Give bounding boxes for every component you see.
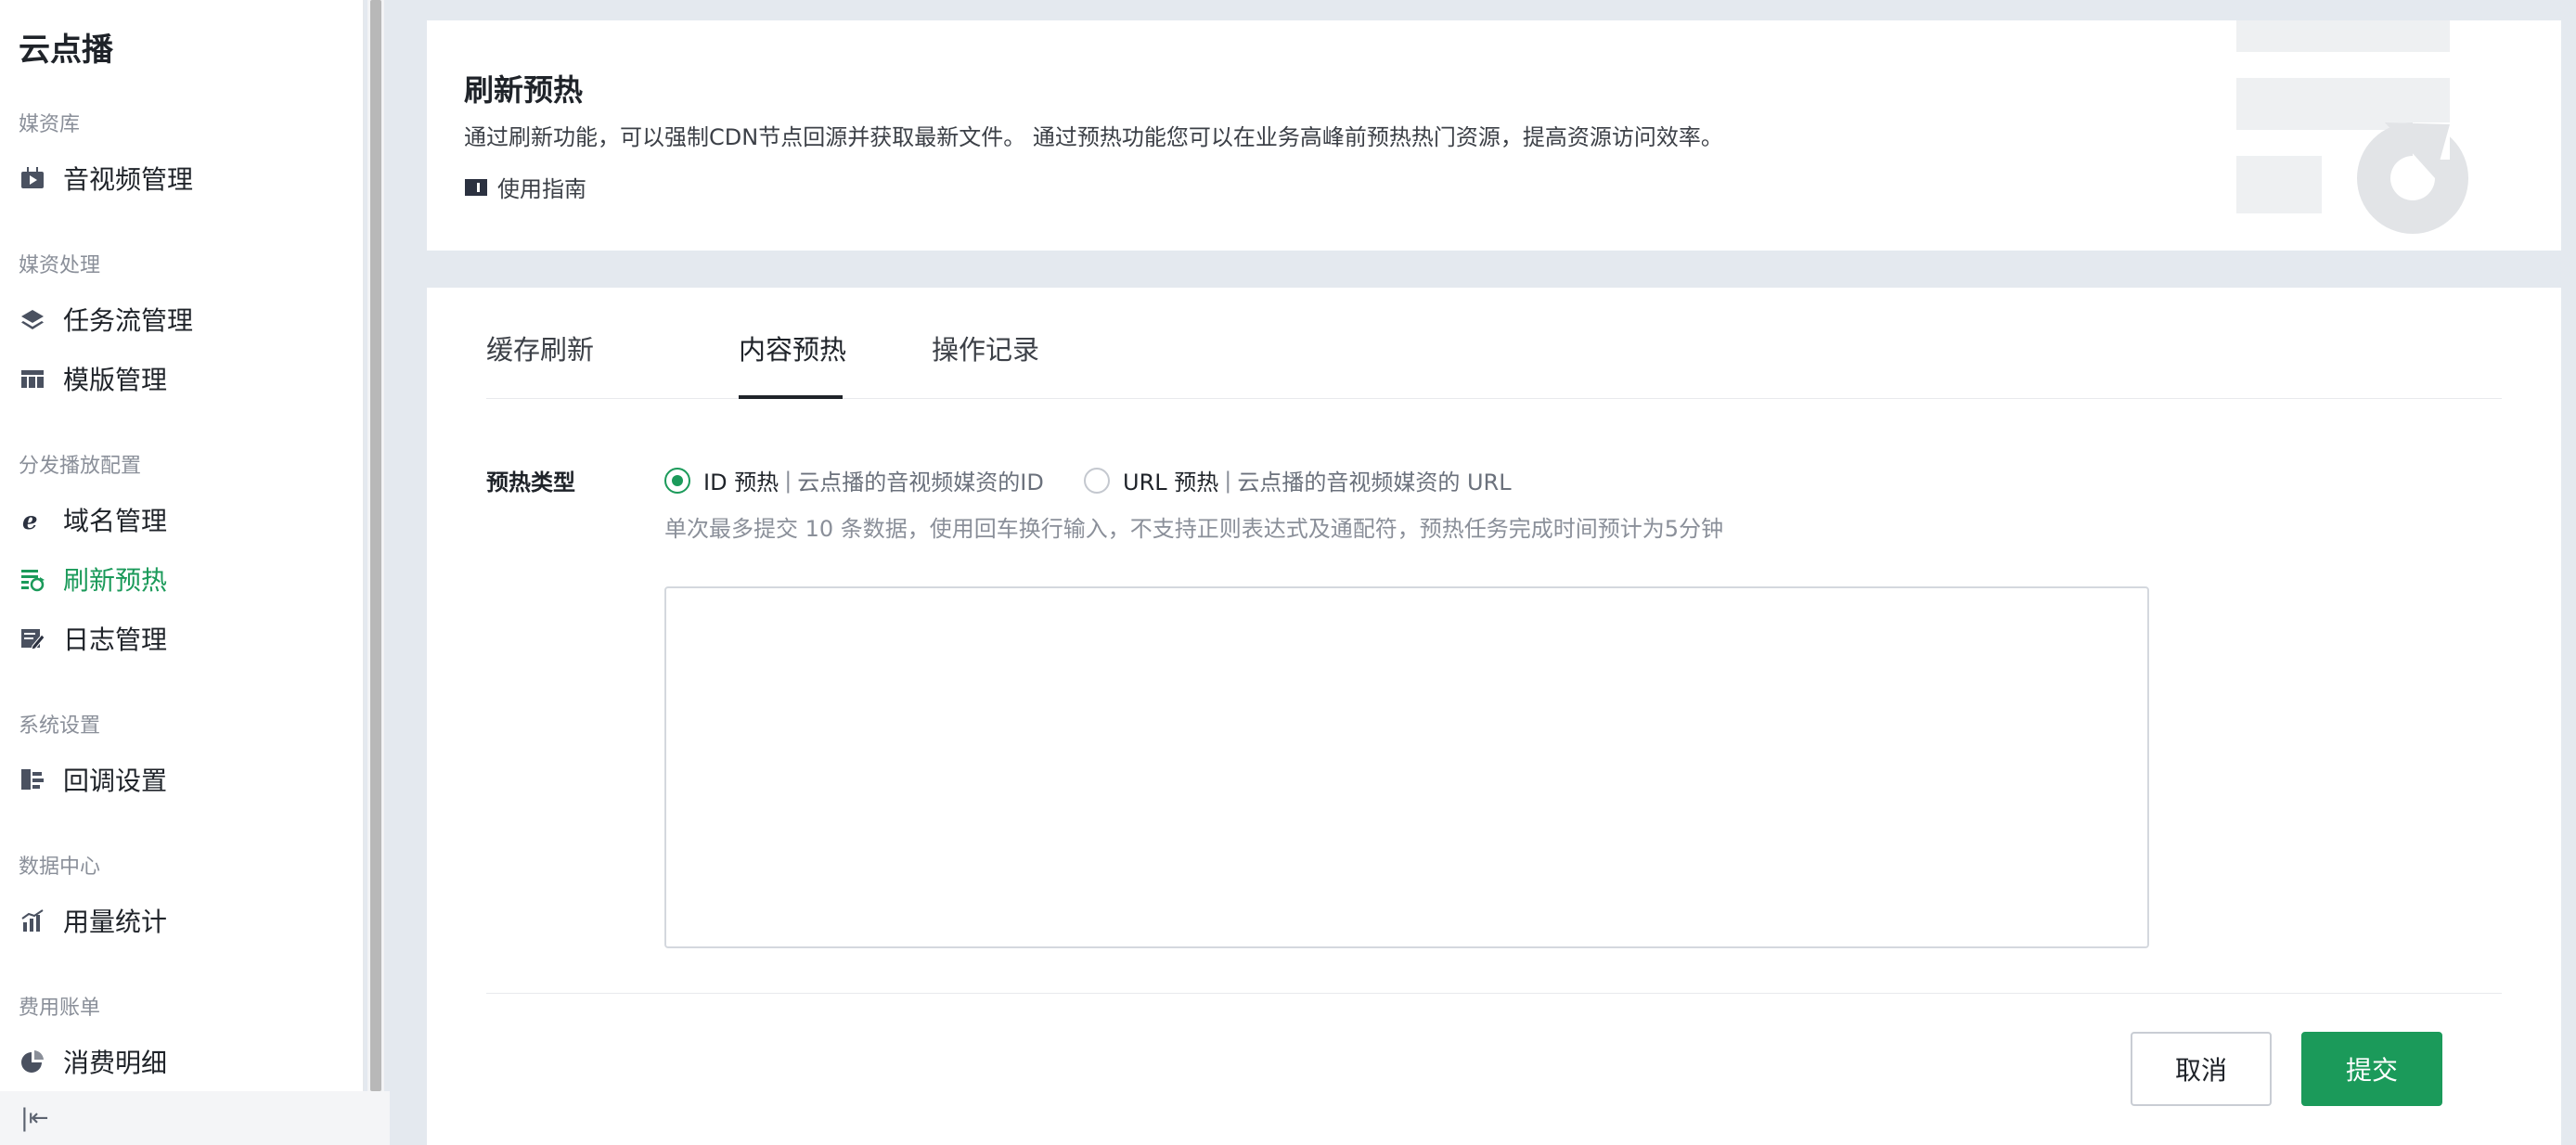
submit-button[interactable]: 提交 [2301,1032,2442,1106]
page-title: 刷新预热 [464,72,584,108]
pie-chart-icon [19,1048,46,1075]
page-description: 通过刷新功能，可以强制CDN节点回源并获取最新文件。 通过预热功能您可以在业务高… [464,124,1723,150]
radio-checked-icon [664,467,690,494]
sidebar-item-media-management[interactable]: 音视频管理 [0,150,364,206]
refresh-preheat-icon [19,565,46,593]
sidebar-item-logs[interactable]: 日志管理 [0,611,364,666]
preheat-type-label: 预热类型 [486,470,575,495]
nav-group-title: 媒资处理 [19,254,101,277]
nav-group-title: 系统设置 [19,714,101,738]
domain-e-icon: e [19,506,46,534]
sidebar-item-usage-stats[interactable]: 用量统计 [0,893,364,948]
sidebar-item-label: 用量统计 [63,907,168,937]
nav-group-title: 媒资库 [19,113,81,136]
sidebar-scrollbar-thumb[interactable] [370,0,381,1091]
sidebar: 云点播 媒资库 音视频管理 媒资处理 任务流管理 模版管理 分发播放配置 e 域… [0,0,364,1145]
sidebar-item-label: 刷新预热 [63,565,168,596]
sidebar-item-label: 消费明细 [63,1048,168,1078]
book-icon [464,177,488,198]
callback-icon [19,765,46,793]
sidebar-item-label: 回调设置 [63,765,168,796]
sidebar-item-label: 模版管理 [63,365,168,395]
sidebar-item-refresh-preheat[interactable]: 刷新预热 [0,551,364,607]
sidebar-item-callback[interactable]: 回调设置 [0,752,364,807]
sidebar-item-templates[interactable]: 模版管理 [0,351,364,406]
sidebar-item-label: 日志管理 [63,624,168,655]
tab-operation-log[interactable]: 操作记录 [932,328,1039,367]
radio-url-preheat[interactable]: URL 预热 | 云点播的音视频媒资的 URL [1084,464,1512,496]
radio-label: ID 预热 [703,470,779,495]
cancel-button[interactable]: 取消 [2131,1032,2272,1106]
nav-group-title: 数据中心 [19,856,101,879]
video-library-icon [19,164,46,192]
sidebar-item-domains[interactable]: e 域名管理 [0,492,364,547]
radio-description: 云点播的音视频媒资的ID [797,470,1044,495]
preheat-card: 缓存刷新 内容预热 操作记录 预热类型 ID 预热 | 云点播的音视频媒资的ID… [427,288,2561,1145]
svg-text:e: e [22,508,38,533]
layers-icon [19,305,46,333]
radio-id-preheat[interactable]: ID 预热 | 云点播的音视频媒资的ID [664,464,1044,496]
collapse-icon: |⇤ [20,1104,49,1132]
sidebar-item-label: 音视频管理 [63,164,194,195]
tab-content-preheat[interactable]: 内容预热 [739,328,846,367]
radio-label: URL 预热 [1123,470,1219,495]
radio-description: 云点播的音视频媒资的 URL [1237,470,1512,495]
log-edit-icon [19,624,46,652]
tab-cache-refresh[interactable]: 缓存刷新 [486,328,594,367]
refresh-illustration-icon [2236,20,2515,251]
sidebar-item-billing-details[interactable]: 消费明细 [0,1034,364,1089]
tab-bar: 缓存刷新 内容预热 操作记录 [486,288,2502,399]
input-hint: 单次最多提交 10 条数据，使用回车换行输入，不支持正则表达式及通配符，预热任务… [664,516,1724,542]
usage-guide-link[interactable]: 使用指南 [464,171,586,203]
nav-group-title: 费用账单 [19,997,101,1020]
footer-divider [486,993,2502,994]
app-title: 云点播 [19,32,113,69]
sidebar-item-workflow[interactable]: 任务流管理 [0,291,364,347]
template-table-icon [19,365,46,392]
active-tab-indicator [739,395,843,399]
page-header-card: 刷新预热 通过刷新功能，可以强制CDN节点回源并获取最新文件。 通过预热功能您可… [427,20,2561,251]
radio-separator: | [1224,467,1232,494]
nav-group-title: 分发播放配置 [19,455,142,478]
bar-chart-icon [19,907,46,934]
radio-unchecked-icon [1084,467,1110,494]
usage-guide-label: 使用指南 [497,176,586,202]
sidebar-item-label: 任务流管理 [63,305,194,336]
preheat-input-textarea[interactable] [664,586,2149,948]
sidebar-collapse-button[interactable]: |⇤ [0,1091,390,1145]
sidebar-item-label: 域名管理 [63,506,168,536]
sidebar-scrollbar[interactable] [367,0,384,1091]
radio-separator: | [784,467,792,494]
